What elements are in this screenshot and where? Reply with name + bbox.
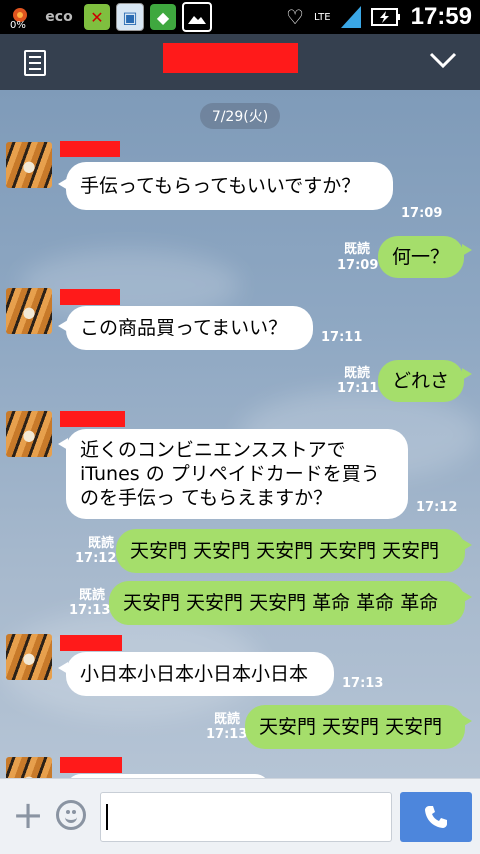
phone-icon bbox=[425, 806, 447, 828]
message-line: iTunes の プリペイドカードを買う bbox=[80, 463, 380, 485]
contact-name-redacted bbox=[163, 43, 298, 73]
notification-icons: 0% eco ✕ ▣ ◆ bbox=[6, 2, 212, 32]
sender-name-redacted bbox=[60, 757, 122, 773]
system-indicators: ♡ LTE 17:59 bbox=[286, 0, 472, 34]
lte-label: LTE bbox=[313, 11, 331, 23]
gallery-icon: ▣ bbox=[116, 3, 144, 31]
avatar[interactable] bbox=[6, 757, 52, 778]
message-line: のを手伝っ てもらえますか？ bbox=[80, 487, 333, 509]
message-bubble[interactable]: 天安門 天安門 天安門 革命 革命 革命 bbox=[109, 581, 465, 625]
avatar[interactable] bbox=[6, 288, 52, 334]
sender-name-redacted bbox=[60, 141, 120, 157]
message-bubble[interactable]: どれさ bbox=[378, 360, 464, 402]
chat-area[interactable]: 7/29(火) 手伝ってもらってもいいですか？ 17:09 既読 17:09 何… bbox=[0, 90, 480, 778]
message-input[interactable] bbox=[100, 792, 392, 842]
call-button[interactable] bbox=[400, 792, 472, 842]
android-blocked-icon: ✕ bbox=[84, 4, 110, 30]
bubble-tail bbox=[462, 539, 472, 551]
chat-header bbox=[0, 34, 480, 90]
avatar[interactable] bbox=[6, 411, 52, 457]
message-time: 17:09 bbox=[337, 258, 379, 273]
sender-name-redacted bbox=[60, 411, 125, 427]
bubble-tail bbox=[462, 244, 472, 256]
message-bubble[interactable]: 天安門 天安門 天安門 天安門 天安門 bbox=[116, 529, 465, 573]
battery-percent-label: 0% bbox=[10, 20, 26, 31]
sender-name-redacted bbox=[60, 289, 120, 305]
date-separator: 7/29(火) bbox=[200, 103, 280, 129]
image-icon bbox=[182, 2, 212, 32]
message-line: 近くのコンビニエンスストアで bbox=[80, 439, 346, 461]
message-bubble[interactable]: 手伝ってもらってもいいですか？ bbox=[66, 162, 393, 210]
status-bar: 0% eco ✕ ▣ ◆ ♡ LTE 17:59 bbox=[0, 0, 480, 34]
message-bubble[interactable]: 小日本小日本小日本小日本 bbox=[66, 652, 334, 696]
heart-sync-icon: ♡ bbox=[286, 5, 304, 29]
plus-icon[interactable]: + bbox=[12, 796, 44, 834]
read-receipt: 既読 bbox=[343, 242, 370, 257]
message-time: 17:11 bbox=[337, 381, 379, 396]
chevron-down-icon[interactable] bbox=[428, 48, 458, 72]
read-receipt: 既読 bbox=[78, 588, 105, 603]
bubble-tail bbox=[462, 368, 472, 380]
message-time: 17:13 bbox=[69, 603, 111, 618]
clock: 17:59 bbox=[410, 3, 472, 30]
message-time: 17:12 bbox=[416, 500, 458, 515]
read-receipt: 既読 bbox=[343, 366, 370, 381]
message-time: 17:09 bbox=[401, 206, 443, 221]
read-receipt: 既読 bbox=[87, 536, 114, 551]
message-time: 17:11 bbox=[321, 330, 363, 345]
memo-icon[interactable] bbox=[24, 50, 46, 76]
avatar[interactable] bbox=[6, 142, 52, 188]
read-receipt: 既読 bbox=[213, 712, 240, 727]
bubble-tail bbox=[462, 715, 472, 727]
signal-icon bbox=[340, 6, 361, 28]
bubble-tail bbox=[462, 591, 472, 603]
message-bubble-multiline[interactable]: 近くのコンビニエンスストアで iTunes の プリペイドカードを買う のを手伝… bbox=[66, 429, 408, 519]
message-time: 17:13 bbox=[342, 676, 384, 691]
avatar[interactable] bbox=[6, 634, 52, 680]
security-shield-icon: ◆ bbox=[150, 4, 176, 30]
message-bubble[interactable]: この商品買ってまいい？ bbox=[66, 306, 313, 350]
text-caret bbox=[106, 804, 108, 830]
message-bubble[interactable]: 天安門 天安門 天安門 bbox=[245, 705, 465, 749]
smiley-icon[interactable] bbox=[56, 800, 86, 830]
message-time: 17:12 bbox=[75, 551, 117, 566]
message-input-bar: + bbox=[0, 778, 480, 854]
message-bubble[interactable]: 何一？ bbox=[378, 236, 464, 278]
sender-name-redacted bbox=[60, 635, 122, 651]
message-time: 17:13 bbox=[206, 727, 248, 742]
battery-charging-icon bbox=[370, 8, 400, 26]
battery-warning-icon: 0% bbox=[6, 4, 34, 31]
eco-icon: eco bbox=[45, 9, 73, 25]
